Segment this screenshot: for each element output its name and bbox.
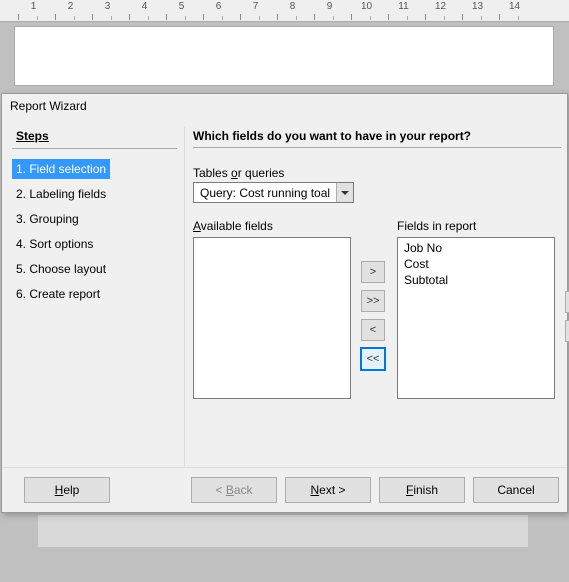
fields-in-report-listbox[interactable]: Job NoCostSubtotal bbox=[397, 237, 555, 399]
list-item[interactable]: Subtotal bbox=[402, 272, 550, 288]
main-heading: Which fields do you want to have in your… bbox=[193, 127, 567, 147]
cancel-button[interactable]: Cancel bbox=[473, 477, 559, 503]
help-button[interactable]: Help bbox=[24, 477, 110, 503]
ruler-tick: 11 bbox=[388, 0, 425, 22]
combo-value: Query: Cost running toal bbox=[194, 183, 336, 202]
remove-field-button[interactable]: < bbox=[361, 319, 385, 341]
next-button[interactable]: Next > bbox=[285, 477, 371, 503]
combo-dropdown-button[interactable] bbox=[336, 183, 353, 202]
horizontal-ruler: 1234567891011121314 bbox=[0, 0, 569, 22]
reorder-buttons-column bbox=[565, 291, 569, 349]
divider bbox=[193, 147, 561, 148]
ruler-tick: 4 bbox=[129, 0, 166, 22]
field-transfer-area: Available fields > >> < << Fields in rep… bbox=[193, 219, 567, 399]
move-buttons-column: > >> < << bbox=[361, 261, 387, 377]
remove-all-fields-button[interactable]: << bbox=[361, 348, 385, 370]
fields-in-report-label: Fields in report bbox=[397, 219, 476, 233]
move-down-button[interactable] bbox=[565, 320, 569, 342]
wizard-step[interactable]: 3. Grouping bbox=[12, 209, 177, 229]
dialog-button-bar: Help < Back Next > Finish Cancel bbox=[2, 467, 567, 512]
wizard-step[interactable]: 4. Sort options bbox=[12, 234, 177, 254]
wizard-step[interactable]: 6. Create report bbox=[12, 284, 177, 304]
report-wizard-dialog: Report Wizard Steps 1. Field selection 2.… bbox=[1, 93, 568, 513]
ruler-tick: 8 bbox=[277, 0, 314, 22]
finish-button[interactable]: Finish bbox=[379, 477, 465, 503]
ruler-tick: 12 bbox=[425, 0, 462, 22]
list-item[interactable]: Job No bbox=[402, 240, 550, 256]
list-item[interactable]: Cost bbox=[402, 256, 550, 272]
available-fields-label: Available fields bbox=[193, 219, 273, 233]
add-field-button[interactable]: > bbox=[361, 261, 385, 283]
steps-panel: Steps 1. Field selection 2. Labeling fiel… bbox=[12, 127, 177, 467]
back-button[interactable]: < Back bbox=[191, 477, 277, 503]
ruler-tick: 5 bbox=[166, 0, 203, 22]
tables-queries-combo[interactable]: Query: Cost running toal bbox=[193, 182, 354, 203]
document-page bbox=[14, 26, 554, 86]
ruler-tick: 14 bbox=[499, 0, 536, 22]
chevron-down-icon bbox=[341, 191, 349, 195]
divider bbox=[12, 148, 177, 149]
tables-queries-label: Tables or queries bbox=[193, 166, 567, 180]
ruler-tick: 1 bbox=[18, 0, 55, 22]
ruler-tick: 13 bbox=[462, 0, 499, 22]
ruler-tick: 9 bbox=[314, 0, 351, 22]
move-up-button[interactable] bbox=[565, 291, 569, 313]
wizard-step[interactable]: 1. Field selection bbox=[12, 159, 110, 179]
ruler-tick: 2 bbox=[55, 0, 92, 22]
ruler-tick: 7 bbox=[240, 0, 277, 22]
wizard-step[interactable]: 2. Labeling fields bbox=[12, 184, 177, 204]
steps-heading: Steps bbox=[12, 127, 177, 145]
ruler-tick: 10 bbox=[351, 0, 388, 22]
main-panel: Which fields do you want to have in your… bbox=[184, 127, 567, 467]
background-block bbox=[38, 515, 528, 547]
available-fields-listbox[interactable] bbox=[193, 237, 351, 399]
wizard-step[interactable]: 5. Choose layout bbox=[12, 259, 177, 279]
dialog-title: Report Wizard bbox=[2, 94, 567, 116]
add-all-fields-button[interactable]: >> bbox=[361, 290, 385, 312]
ruler-tick: 3 bbox=[92, 0, 129, 22]
ruler-tick: 6 bbox=[203, 0, 240, 22]
